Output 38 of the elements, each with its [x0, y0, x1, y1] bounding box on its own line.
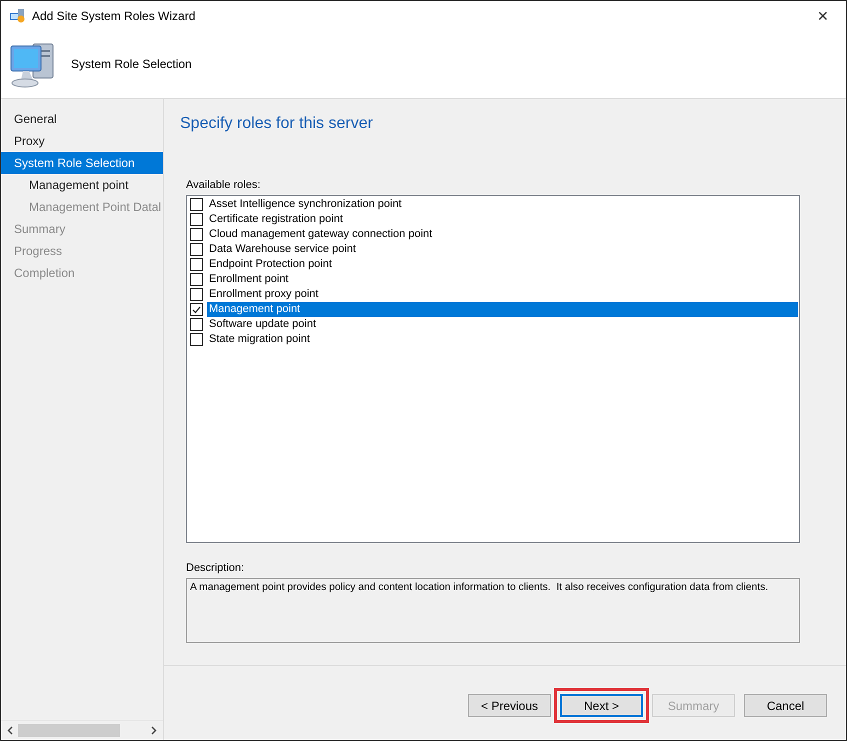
horizontal-scrollbar[interactable] — [1, 720, 163, 740]
scroll-right-icon[interactable] — [151, 726, 157, 735]
role-item[interactable]: Enrollment proxy point — [207, 287, 798, 302]
nav-item[interactable]: System Role Selection — [1, 152, 163, 174]
close-button[interactable]: ✕ — [800, 8, 846, 24]
checkbox[interactable] — [190, 273, 203, 286]
wizard-button[interactable]: Cancel — [744, 694, 827, 717]
page-heading: Specify roles for this server — [180, 115, 374, 133]
role-item[interactable]: Enrollment point — [207, 272, 798, 287]
nav-item[interactable]: Proxy — [1, 130, 163, 152]
wizard-button[interactable]: Next > — [560, 694, 643, 717]
role-item[interactable]: Asset Intelligence synchronization point — [207, 197, 798, 212]
scroll-left-icon[interactable] — [7, 726, 13, 735]
checkbox[interactable] — [190, 303, 203, 316]
checkbox[interactable] — [190, 288, 203, 301]
checkbox[interactable] — [190, 258, 203, 271]
role-item[interactable]: State migration point — [207, 332, 798, 347]
page-header-title: System Role Selection — [71, 57, 192, 71]
checkbox[interactable] — [190, 333, 203, 346]
role-item[interactable]: Cloud management gateway connection point — [207, 227, 798, 242]
role-item[interactable]: Management point — [207, 302, 798, 317]
roles-label: Available roles: — [186, 179, 262, 191]
role-item[interactable]: Certificate registration point — [207, 212, 798, 227]
wizard-icon — [9, 7, 26, 24]
checkbox[interactable] — [190, 198, 203, 211]
role-item[interactable]: Endpoint Protection point — [207, 257, 798, 272]
checkbox[interactable] — [190, 213, 203, 226]
description-text: A management point provides policy and content location information to clients. It also receives configuration data from clients. — [186, 578, 800, 643]
checkbox[interactable] — [190, 243, 203, 256]
nav-item[interactable]: General — [1, 108, 163, 130]
role-item[interactable]: Data Warehouse service point — [207, 242, 798, 257]
role-item[interactable]: Software update point — [207, 317, 798, 332]
checkbox[interactable] — [190, 228, 203, 241]
nav-item[interactable]: Management point — [1, 174, 163, 196]
wizard-button[interactable]: < Previous — [468, 694, 551, 717]
description-label: Description: — [186, 562, 246, 574]
window-title: Add Site System Roles Wizard — [32, 8, 196, 22]
checkbox[interactable] — [190, 318, 203, 331]
